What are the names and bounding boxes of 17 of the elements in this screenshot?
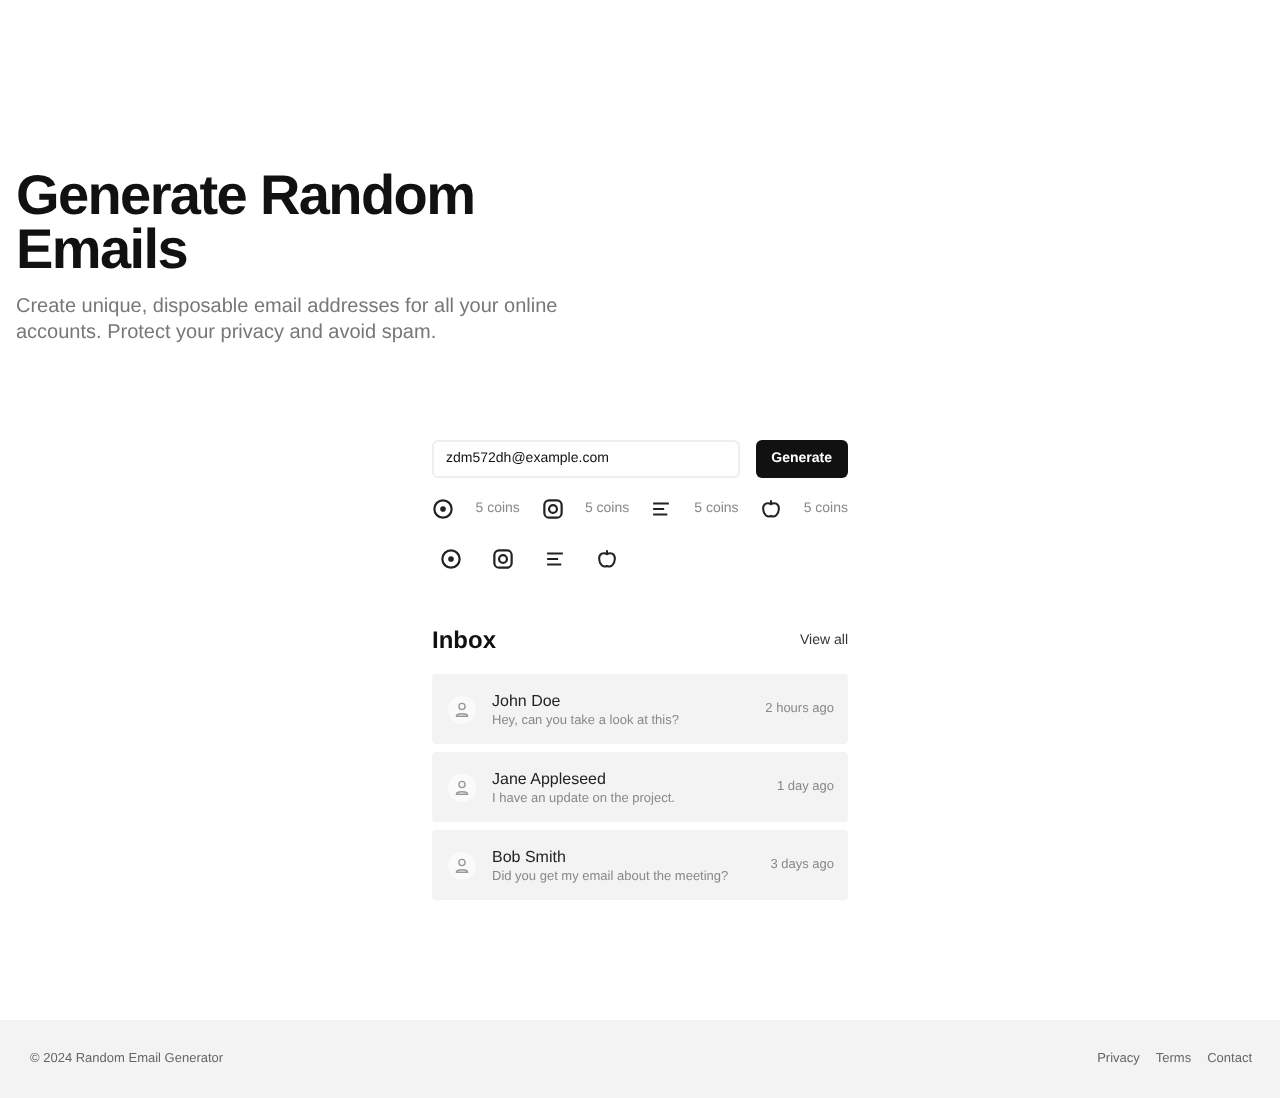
page-title: Generate Random Emails [16,168,477,276]
lines-icon[interactable] [650,498,673,520]
user-icon [448,695,476,723]
sender-name: Bob Smith [492,847,568,865]
sender-name: John Doe [492,691,563,709]
user-icon [448,851,476,879]
apple-icon[interactable] [596,548,618,570]
sender-name: Jane Appleseed [492,769,608,787]
inbox-title: Inbox [432,626,496,654]
subtitle: Create unique, disposable email addresses for all your online accounts. Protect your privacy and avoid spam. [16,294,560,346]
camera-icon[interactable] [541,498,564,520]
user-icon [448,773,476,801]
lines-icon[interactable] [544,548,566,570]
target-icon[interactable] [432,498,454,520]
target-icon[interactable] [440,548,462,570]
apple-icon[interactable] [760,498,783,520]
camera-icon[interactable] [492,548,514,570]
